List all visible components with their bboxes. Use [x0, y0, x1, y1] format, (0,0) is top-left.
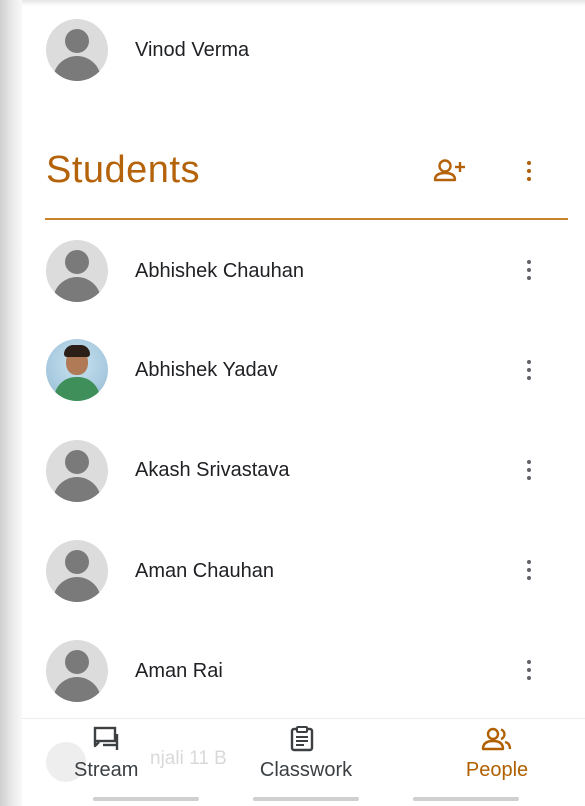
profile-photo [46, 339, 108, 401]
student-more-icon[interactable] [519, 355, 539, 385]
top-edge-shadow [0, 0, 585, 6]
teacher-avatar [46, 19, 108, 81]
left-edge-shadow [0, 0, 22, 806]
student-more-icon[interactable] [519, 655, 539, 685]
default-avatar-icon [46, 540, 108, 602]
people-screen: Vinod Verma Students Abhishek Chauhan Ab… [0, 0, 585, 806]
obscured-row-text: njali 11 B [150, 748, 227, 769]
student-name: Abhishek Yadav [135, 359, 278, 381]
student-name: Aman Chauhan [135, 560, 274, 582]
nav-indicator-classwork [253, 797, 359, 801]
nav-stream-label: Stream [74, 759, 139, 781]
students-more-icon[interactable] [519, 156, 539, 186]
student-more-icon[interactable] [519, 555, 539, 585]
nav-indicator-stream [93, 797, 199, 801]
student-name: Abhishek Chauhan [135, 260, 305, 282]
nav-people-label: People [465, 759, 529, 781]
student-more-icon[interactable] [519, 255, 539, 285]
classwork-icon [246, 726, 366, 752]
person-add-icon[interactable] [433, 158, 469, 184]
student-more-icon[interactable] [519, 455, 539, 485]
stream-icon [91, 726, 121, 752]
teacher-name[interactable]: Vinod Verma [135, 38, 249, 62]
nav-classwork-label: Classwork [259, 759, 353, 781]
default-avatar-icon [46, 240, 108, 302]
students-section-title: Students [46, 149, 200, 191]
people-icon [459, 726, 535, 752]
student-name: Akash Srivastava [135, 459, 290, 481]
nav-stream[interactable]: Stream [74, 726, 138, 782]
section-divider [45, 218, 568, 220]
nav-indicator-people [413, 797, 519, 801]
default-avatar-icon [46, 640, 108, 702]
nav-classwork[interactable]: Classwork [246, 726, 366, 782]
nav-people[interactable]: People [459, 726, 535, 782]
default-avatar-icon [46, 440, 108, 502]
student-name: Aman Rai [135, 660, 223, 682]
